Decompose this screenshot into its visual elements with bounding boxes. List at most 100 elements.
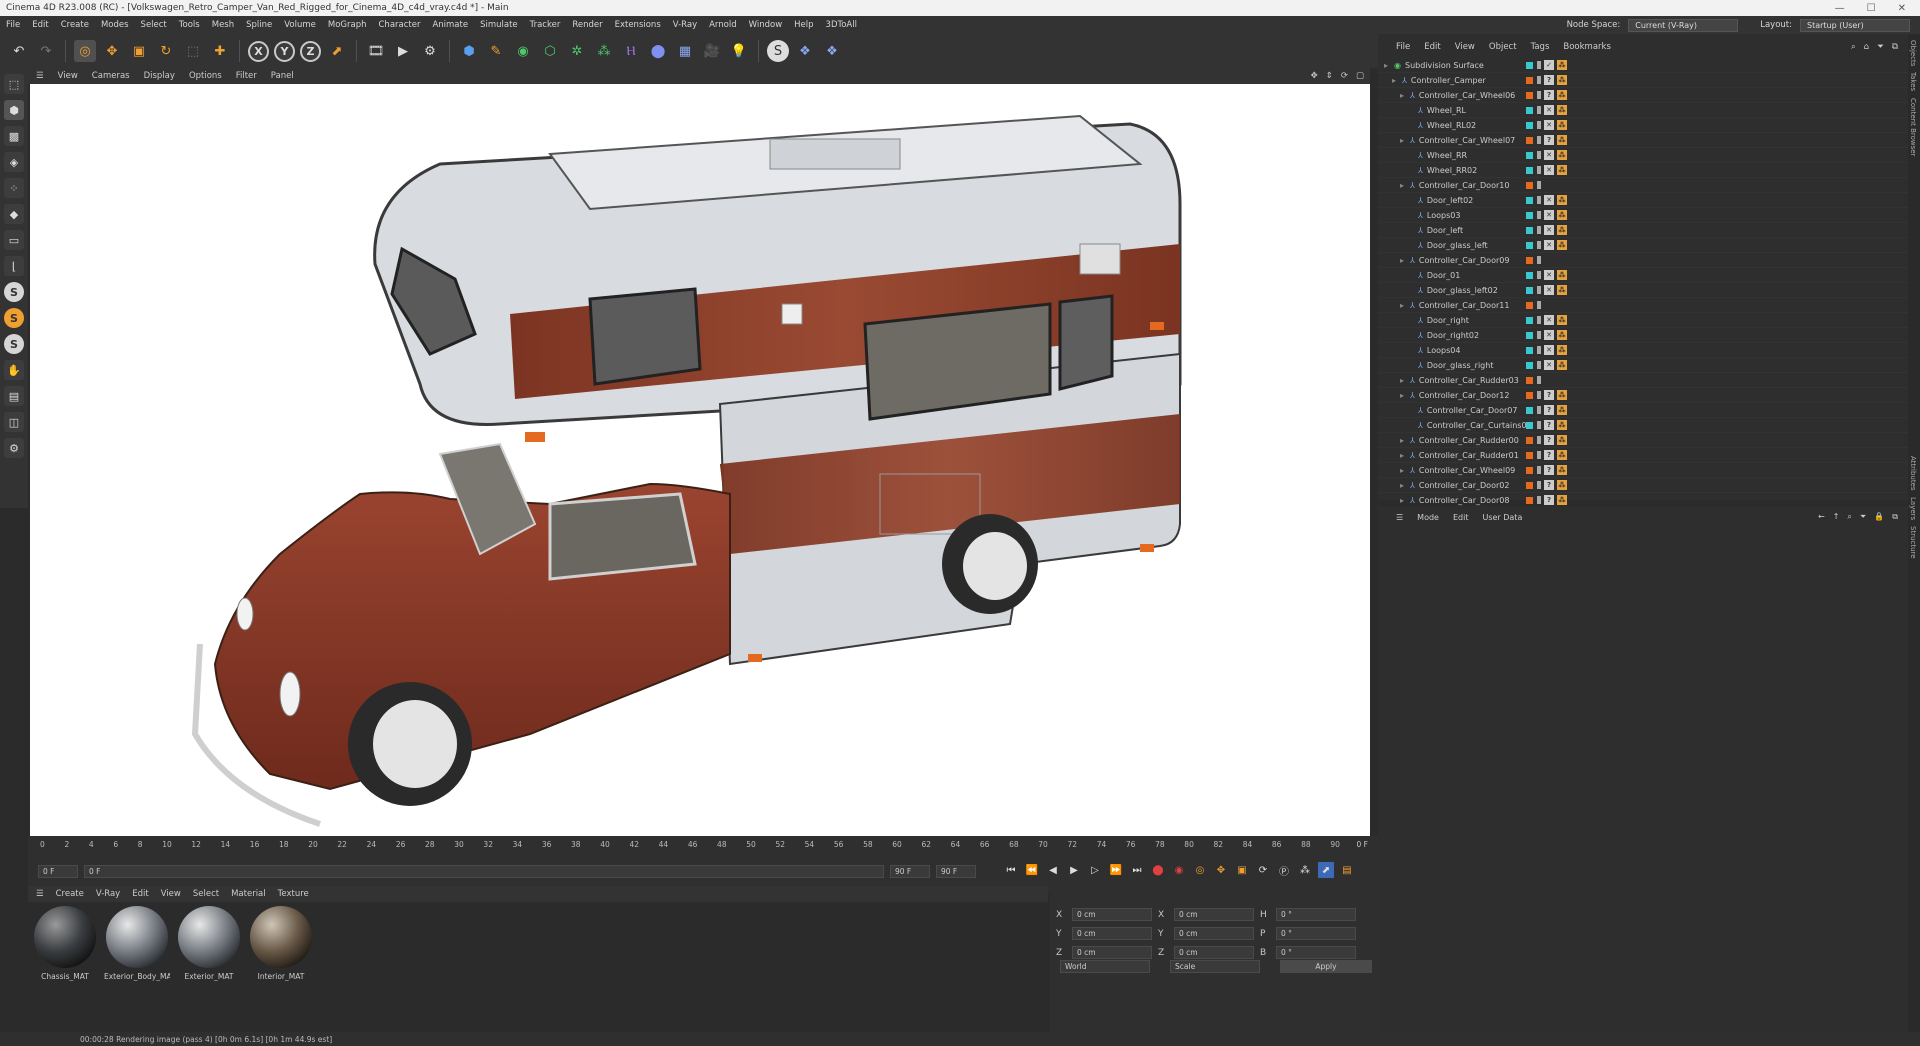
viewport-menu-panel[interactable]: Panel [271,71,294,81]
attributes-new-window-icon[interactable]: ⧉ [1892,512,1898,522]
layout-select[interactable]: Startup (User) [1800,18,1910,32]
attributes-up-icon[interactable]: ↑ [1833,512,1840,522]
material-tag-icon[interactable]: ✕ [1544,240,1554,250]
visibility-icon[interactable] [1537,256,1541,264]
python2-icon[interactable]: ❖ [821,40,843,62]
material-menu-edit[interactable]: Edit [132,889,148,899]
xpresso-tag-icon[interactable]: ? [1544,390,1554,400]
attributes-back-icon[interactable]: ← [1818,512,1825,522]
visibility-icon[interactable] [1537,61,1541,69]
visibility-icon[interactable] [1537,331,1541,339]
material-item[interactable]: Chassis_MAT [32,906,98,1028]
visibility-icon[interactable] [1537,241,1541,249]
menu-character[interactable]: Character [379,20,421,30]
visibility-icon[interactable] [1537,346,1541,354]
visibility-icon[interactable] [1537,481,1541,489]
protection-tag-icon[interactable]: ⁂ [1557,330,1567,340]
z-axis-button[interactable]: Z [300,40,321,62]
object-row[interactable]: ▸ ⅄ Controller_Car_Door09 [1378,253,1908,268]
visibility-icon[interactable] [1537,286,1541,294]
scale-icon[interactable]: ▣ [128,40,150,62]
visibility-icon[interactable] [1537,151,1541,159]
object-row[interactable]: ⅄ Door_right ✕ ⁂ [1378,313,1908,328]
object-row[interactable]: ⅄ Loops03 ✕ ⁂ [1378,208,1908,223]
start-frame-field[interactable]: 0 F [38,864,78,878]
viewport-menu-cameras[interactable]: Cameras [92,71,130,81]
visibility-icon[interactable] [1537,106,1541,114]
render-settings-side-icon[interactable]: ⚙ [4,438,24,458]
object-menu-bookmarks[interactable]: Bookmarks [1563,42,1611,52]
menu-file[interactable]: File [6,20,20,30]
object-menu-view[interactable]: View [1455,42,1475,52]
xpresso-tag-icon[interactable]: ? [1544,465,1554,475]
next-frame-icon[interactable]: ▷ [1087,862,1103,878]
protection-tag-icon[interactable]: ⁂ [1557,450,1567,460]
tab-content-browser[interactable]: Content Browser [1909,98,1917,156]
coord-x-field[interactable]: 0 cm [1072,908,1152,921]
material-tag-icon[interactable]: ✕ [1544,105,1554,115]
menu-tracker[interactable]: Tracker [530,20,561,30]
viewport-menu-options[interactable]: Options [189,71,222,81]
menu-select[interactable]: Select [141,20,167,30]
visibility-icon[interactable] [1537,406,1541,414]
expand-icon[interactable]: ▸ [1400,256,1410,265]
menu-create[interactable]: Create [61,20,89,30]
protection-tag-icon[interactable]: ⁂ [1557,315,1567,325]
tab-takes[interactable]: Takes [1909,72,1917,91]
expand-icon[interactable]: ▸ [1384,61,1394,70]
tab-attributes[interactable]: Attributes [1909,456,1917,491]
object-row[interactable]: ⅄ Door_left ✕ ⁂ [1378,223,1908,238]
material-item[interactable]: Exterior_Body_MAT [104,906,170,1028]
protection-tag-icon[interactable]: ⁂ [1557,345,1567,355]
material-tag-icon[interactable]: ✕ [1544,225,1554,235]
protection-tag-icon[interactable]: ⁂ [1557,150,1567,160]
layers-icon[interactable]: ◫ [4,412,24,432]
protection-tag-icon[interactable]: ⁂ [1557,405,1567,415]
minimize-icon[interactable]: — [1835,3,1845,14]
protection-tag-icon[interactable]: ⁂ [1557,225,1567,235]
record-icon[interactable]: ⬤ [1150,862,1166,878]
autokey-icon[interactable]: ◉ [1171,862,1187,878]
expand-icon[interactable]: ▸ [1400,181,1410,190]
object-row[interactable]: ⅄ Door_left02 ✕ ⁂ [1378,193,1908,208]
play-icon[interactable]: ▶ [1066,862,1082,878]
coordinate-system-icon[interactable]: ⬈ [326,40,348,62]
visibility-icon[interactable] [1537,391,1541,399]
maximize-icon[interactable]: ☐ [1867,3,1876,14]
axis-mode-icon[interactable]: ⌊ [4,256,24,276]
protection-tag-icon[interactable]: ⁂ [1557,90,1567,100]
expand-icon[interactable]: ▸ [1400,481,1410,490]
attributes-lock-icon[interactable]: 🔒 [1874,512,1884,522]
object-row[interactable]: ▸ ⅄ Controller_Car_Door10 [1378,178,1908,193]
material-tag-icon[interactable]: ✕ [1544,345,1554,355]
object-menu-edit[interactable]: Edit [1424,42,1440,52]
object-row[interactable]: ⅄ Door_glass_left02 ✕ ⁂ [1378,283,1908,298]
protection-tag-icon[interactable]: ⁂ [1557,135,1567,145]
polygons-mode-icon[interactable]: ◆ [4,204,24,224]
object-row[interactable]: ⅄ Wheel_RL02 ✕ ⁂ [1378,118,1908,133]
visibility-icon[interactable] [1537,196,1541,204]
menu-arnold[interactable]: Arnold [709,20,737,30]
menu-extensions[interactable]: Extensions [615,20,661,30]
vray-icon[interactable]: S [767,40,789,62]
menu-spline[interactable]: Spline [246,20,272,30]
material-tag-icon[interactable]: ✕ [1544,210,1554,220]
xpresso-tag-icon[interactable]: ? [1544,435,1554,445]
create-tool-icon[interactable]: ✚ [209,40,231,62]
visibility-icon[interactable] [1537,436,1541,444]
object-new-window-icon[interactable]: ⧉ [1892,42,1898,52]
material-tag-icon[interactable]: ✕ [1544,150,1554,160]
menu-help[interactable]: Help [794,20,813,30]
material-tag-icon[interactable]: ✕ [1544,360,1554,370]
object-home-icon[interactable]: ⌂ [1864,42,1869,52]
material-tag-icon[interactable]: ✕ [1544,195,1554,205]
expand-icon[interactable]: ▸ [1400,496,1410,505]
go-to-end-icon[interactable]: ⏭ [1129,862,1145,878]
visibility-icon[interactable] [1537,91,1541,99]
mograph-icon[interactable]: ⁂ [593,40,615,62]
coord-z2-field[interactable]: 0 cm [1174,946,1254,959]
protection-tag-icon[interactable]: ⁂ [1557,195,1567,205]
xpresso-tag-icon[interactable]: ? [1544,405,1554,415]
coord-y-field[interactable]: 0 cm [1072,927,1152,940]
coord-y2-field[interactable]: 0 cm [1174,927,1254,940]
